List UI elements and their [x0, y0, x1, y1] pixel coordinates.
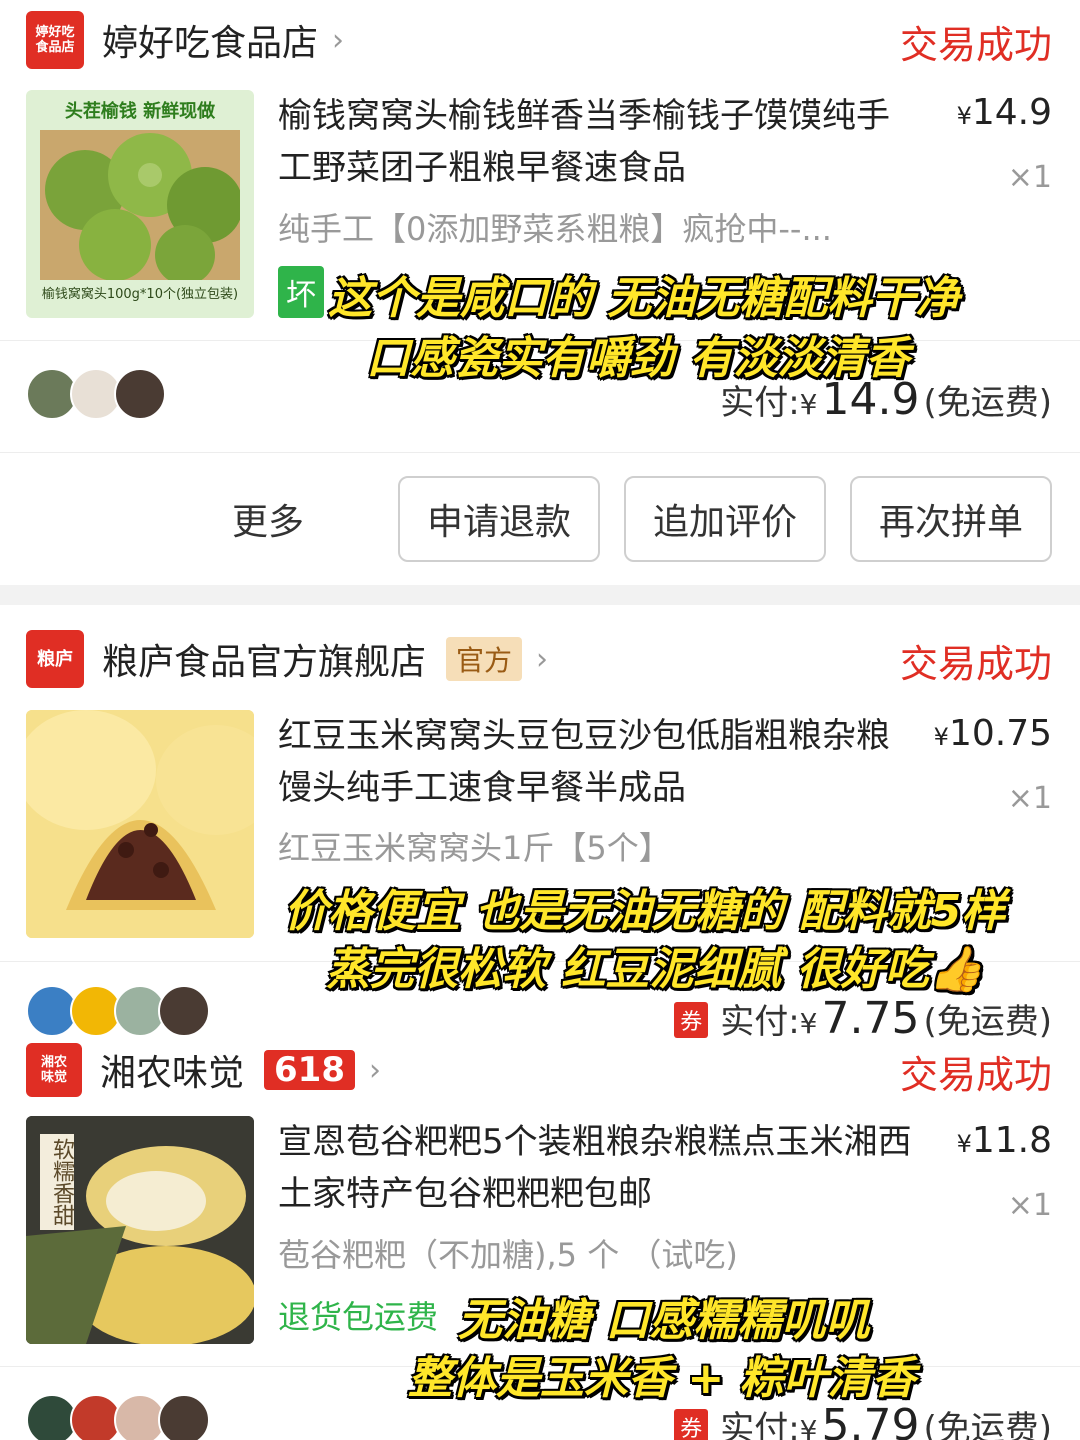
order-card: 粮庐 粮庐食品官方旗舰店 官方 › 交易成功 红豆玉米窝窝头豆包豆沙包低脂粗粮杂…	[0, 605, 1080, 1045]
group-avatars	[26, 368, 166, 420]
product-thumbnail[interactable]: 软糯香甜	[26, 1116, 254, 1344]
paid-value: 5.79	[821, 1400, 920, 1440]
shop-logo: 婷好吃 食品店	[26, 11, 84, 69]
overlay-caption: 口感瓷实有嚼劲 有淡淡清香	[366, 333, 910, 384]
section-gap	[0, 585, 1080, 605]
currency-symbol: ¥	[956, 102, 972, 130]
thumb-banner: 头茬榆钱 新鲜现做	[64, 101, 216, 122]
shop-logo-line: 味觉	[40, 1070, 67, 1085]
overlay-caption: 蒸完很松软 红豆泥细腻 很好吃👍	[326, 944, 984, 995]
order-status: 交易成功	[899, 642, 1052, 686]
overlay-caption: 无油糖 口感糯糯叽叽	[458, 1295, 870, 1346]
chevron-right-icon[interactable]: ›	[369, 1053, 381, 1088]
paid-label: 实付:	[720, 1409, 800, 1440]
paid-value: 7.75	[821, 993, 920, 1044]
chevron-right-icon[interactable]: ›	[536, 642, 548, 677]
product-price: ¥14.9	[957, 92, 1052, 133]
add-review-button[interactable]: 追加评价	[624, 476, 826, 562]
action-bar: 更多 申请退款 追加评价 再次拼单	[232, 476, 1052, 562]
product-thumbnail[interactable]	[26, 710, 254, 938]
product-title[interactable]: 红豆玉米窝窝头豆包豆沙包低脂粗粮杂粮馒头纯手工速食早餐半成品	[278, 710, 918, 814]
product-thumbnail[interactable]: 头茬榆钱 新鲜现做 榆钱窝窝头100g*10个(独立包装)	[26, 90, 254, 318]
overlay-caption: 整体是玉米香 + 粽叶清香	[408, 1353, 916, 1404]
official-badge: 官方	[446, 637, 523, 681]
thumb-label: 软糯香甜	[40, 1134, 74, 1230]
food-image	[26, 710, 254, 938]
price-value: 10.75	[948, 713, 1052, 754]
price-value: 14.9	[971, 92, 1052, 133]
refund-button[interactable]: 申请退款	[398, 476, 600, 562]
currency-symbol: ¥	[956, 1130, 972, 1158]
overlay-caption: 价格便宜 也是无油无糖的 配料就5样	[284, 886, 1006, 937]
chevron-right-icon[interactable]: ›	[332, 23, 344, 58]
currency-symbol: ¥	[799, 388, 818, 421]
product-price: ¥11.8	[957, 1120, 1052, 1161]
shop-name[interactable]: 粮庐食品官方旗舰店	[102, 633, 426, 685]
service-tag: 坏	[278, 266, 324, 318]
shop-header[interactable]: 婷好吃 食品店 婷好吃食品店 ›	[26, 10, 344, 70]
product-quantity: ×1	[1007, 781, 1052, 816]
shop-logo: 湘农 味觉	[26, 1043, 82, 1097]
product-spec: 红豆玉米窝窝头1斤【5个】	[278, 829, 671, 867]
coupon-badge: 券	[674, 1002, 709, 1038]
shop-logo-line: 湘农	[40, 1055, 67, 1070]
order-status: 交易成功	[899, 1053, 1052, 1097]
shop-header[interactable]: 粮庐 粮庐食品官方旗舰店 官方 ›	[26, 629, 548, 689]
avatar	[158, 1394, 210, 1440]
return-shipping-tag: 退货包运费	[278, 1298, 439, 1336]
coupon-badge: 券	[674, 1409, 709, 1440]
shipping-note: (免运费)	[923, 1409, 1052, 1440]
shop-name[interactable]: 婷好吃食品店	[102, 14, 318, 66]
product-spec: 苞谷粑粑（不加糖),5 个 （试吃)	[278, 1236, 738, 1274]
group-avatars	[26, 985, 210, 1037]
product-price: ¥10.75	[934, 713, 1052, 754]
product-quantity: ×1	[1007, 160, 1052, 195]
paid-amount: 券 实付: ¥ 5.79 (免运费)	[674, 1400, 1052, 1440]
order-card: 婷好吃 食品店 婷好吃食品店 › 交易成功 头茬榆钱 新鲜现做 榆钱窝窝头100…	[0, 0, 1080, 585]
order-card: 湘农 味觉 湘农味觉 618 › 交易成功 软糯香甜 宣恩苞谷粑粑5个装粗粮杂粮…	[0, 1040, 1080, 1440]
avatar	[114, 368, 166, 420]
avatar	[158, 985, 210, 1037]
order-status: 交易成功	[899, 23, 1052, 67]
shop-name[interactable]: 湘农味觉	[100, 1044, 244, 1096]
shop-logo: 粮庐	[26, 630, 84, 688]
paid-label: 实付:	[720, 1002, 800, 1042]
shop-logo-text: 粮庐	[37, 648, 73, 670]
price-value: 11.8	[971, 1120, 1052, 1161]
divider	[0, 452, 1080, 453]
food-image	[40, 130, 240, 280]
group-avatars	[26, 1394, 210, 1440]
product-title[interactable]: 宣恩苞谷粑粑5个装粗粮杂粮糕点玉米湘西土家特产包谷粑粑粑包邮	[278, 1116, 918, 1220]
reorder-button[interactable]: 再次拼单	[850, 476, 1052, 562]
paid-amount: 券 实付: ¥ 7.75 (免运费)	[674, 993, 1052, 1044]
promo-618-badge: 618	[264, 1050, 355, 1090]
shipping-note: (免运费)	[923, 383, 1052, 423]
overlay-caption: 这个是咸口的 无油无糖配料干净	[328, 273, 960, 324]
currency-symbol: ¥	[933, 723, 949, 751]
product-spec: 纯手工【0添加野菜系粗粮】疯抢中--...	[278, 210, 832, 248]
currency-symbol: ¥	[799, 1414, 818, 1440]
product-quantity: ×1	[1007, 1188, 1052, 1223]
shipping-note: (免运费)	[923, 1002, 1052, 1042]
more-button[interactable]: 更多	[232, 493, 304, 545]
shop-header[interactable]: 湘农 味觉 湘农味觉 618 ›	[26, 1040, 381, 1100]
thumb-caption: 榆钱窝窝头100g*10个(独立包装)	[41, 287, 239, 302]
shop-logo-line: 婷好吃	[35, 25, 75, 40]
shop-logo-line: 食品店	[35, 40, 75, 55]
currency-symbol: ¥	[799, 1007, 818, 1040]
product-title[interactable]: 榆钱窝窝头榆钱鲜香当季榆钱子馍馍纯手工野菜团子粗粮早餐速食品	[278, 90, 918, 194]
